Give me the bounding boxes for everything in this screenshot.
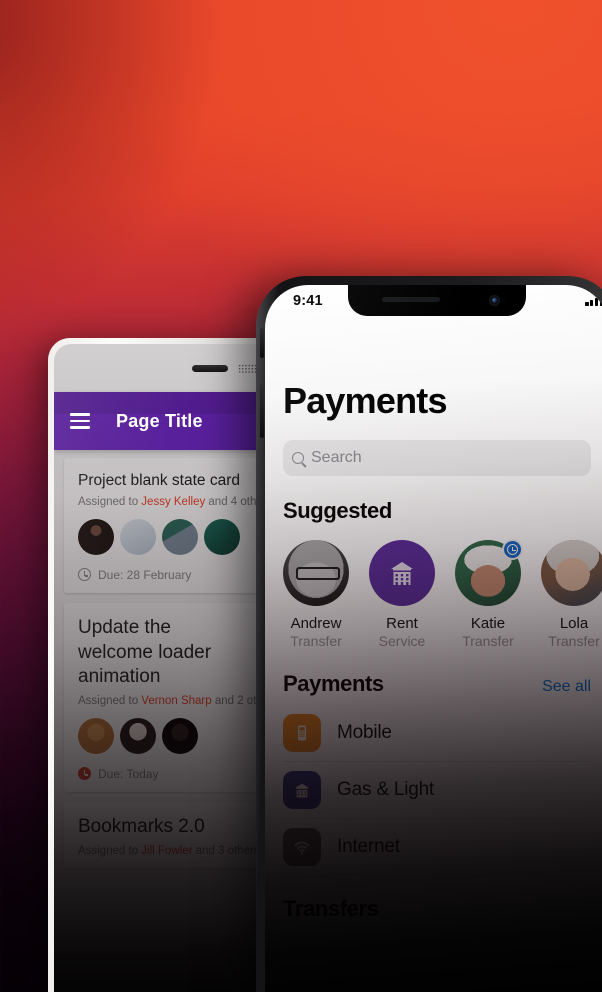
android-top-bezel — [54, 344, 275, 392]
payment-row-label: Gas & Light — [337, 779, 435, 800]
avatar-ring — [369, 540, 435, 606]
task-card-due: Due: 28 February — [78, 568, 251, 582]
payments-list: Mobile Gas & Light Internet — [283, 705, 591, 876]
see-all-link[interactable]: See all — [542, 678, 591, 696]
avatar — [162, 518, 198, 555]
android-app-bar: Page Title — [54, 392, 275, 450]
suggested-item-name: Andrew — [290, 615, 342, 632]
transfers-heading: Transfers — [283, 896, 379, 921]
assigned-prefix: Assigned to — [78, 844, 142, 857]
search-input[interactable]: Search — [283, 440, 591, 476]
clock-badge-icon — [502, 539, 523, 560]
suggested-item-andrew[interactable]: Andrew Transfer — [283, 540, 349, 649]
task-card[interactable]: Bookmarks 2.0 Assigned to Jill Fowler an… — [64, 801, 265, 868]
iphone-volume-button — [260, 384, 264, 438]
avatar — [78, 717, 114, 754]
avatar — [204, 518, 240, 555]
assignee-name: Jill Fowler — [141, 844, 193, 857]
task-card-avatars — [78, 518, 251, 555]
task-card-title: Bookmarks 2.0 — [78, 815, 205, 837]
due-text: Due: 28 February — [98, 567, 192, 582]
android-earpiece-speaker — [192, 365, 228, 372]
iphone-screen: 9:41 Payments Search Suggested Andrew Tr… — [265, 285, 602, 992]
ios-status-bar: 9:41 — [265, 285, 602, 316]
task-card[interactable]: Update the welcome loader animation Assi… — [64, 602, 275, 792]
avatar — [541, 540, 602, 606]
due-text: Due: Today — [98, 766, 159, 781]
clock-icon — [78, 568, 91, 582]
assignee-name: Vernon Sharp — [141, 694, 212, 707]
android-card-list: Project blank state card Assigned to Jes… — [54, 450, 275, 992]
avatar-ring — [541, 540, 602, 606]
suggested-item-lola[interactable]: Lola Transfer — [541, 540, 602, 649]
search-placeholder: Search — [311, 449, 362, 466]
iphone-silent-switch — [260, 328, 264, 358]
task-card-title: Update the welcome loader animation — [78, 616, 212, 688]
android-phone-mockup: Page Title Project blank state card Assi… — [48, 338, 280, 992]
task-card[interactable]: Project blank state card Assigned to Jes… — [64, 458, 272, 593]
suggested-section-header: Suggested — [283, 498, 591, 524]
cellular-signal-icon — [585, 295, 602, 306]
ios-content: Payments Search Suggested Andrew Transfe… — [265, 380, 602, 922]
avatar — [78, 518, 114, 555]
assigned-suffix: and 3 others — [192, 844, 260, 857]
suggested-item-subtitle: Service — [378, 633, 426, 649]
task-card-assignee: Assigned to Jessy Kelley and 4 others — [78, 495, 272, 508]
assigned-prefix: Assigned to — [78, 495, 142, 508]
avatar — [283, 540, 349, 606]
payments-section-header: Payments See all — [283, 671, 591, 697]
avatar-ring — [455, 539, 523, 606]
payment-row-internet[interactable]: Internet — [283, 819, 591, 876]
task-card-avatars — [78, 717, 251, 754]
mobile-phone-icon — [283, 714, 321, 752]
avatar — [120, 518, 156, 555]
page-title: Payments — [283, 380, 447, 421]
wifi-icon — [283, 828, 321, 866]
payment-row-label: Internet — [337, 836, 400, 857]
suggested-item-rent[interactable]: Rent Service — [369, 540, 435, 649]
transfers-section-header: Transfers — [283, 896, 591, 922]
iphone-mockup: 9:41 Payments Search Suggested Andrew Tr… — [256, 276, 602, 992]
suggested-item-name: Rent — [386, 615, 418, 632]
task-card-assignee: Assigned to Vernon Sharp and 2 others — [78, 694, 275, 707]
avatar — [162, 717, 198, 754]
suggested-heading: Suggested — [283, 498, 392, 523]
suggested-item-subtitle: Transfer — [548, 633, 600, 649]
suggested-item-katie[interactable]: Katie Transfer — [455, 539, 523, 649]
hamburger-menu-icon[interactable] — [70, 413, 90, 429]
building-icon — [369, 540, 435, 606]
suggested-item-name: Katie — [470, 615, 506, 632]
android-page-title: Page Title — [116, 410, 203, 431]
building-icon — [283, 771, 321, 809]
search-icon — [292, 452, 304, 464]
suggested-item-subtitle: Transfer — [462, 633, 514, 649]
suggested-contacts-row: Andrew Transfer Rent Service Katie Trans… — [283, 539, 602, 649]
suggested-item-subtitle: Transfer — [290, 633, 342, 649]
status-bar-time: 9:41 — [293, 292, 323, 309]
payments-heading: Payments — [283, 671, 384, 696]
android-screen: Page Title Project blank state card Assi… — [54, 344, 275, 992]
task-card-due: Due: Today — [78, 767, 251, 781]
avatar — [120, 717, 156, 754]
payment-row-gas-light[interactable]: Gas & Light — [283, 762, 591, 819]
task-card-assignee: Assigned to Jill Fowler and 3 others — [78, 844, 260, 857]
task-card-title: Project blank state card — [78, 472, 240, 489]
assigned-prefix: Assigned to — [78, 694, 142, 707]
payment-row-mobile[interactable]: Mobile — [283, 705, 591, 762]
avatar-ring — [283, 540, 349, 606]
suggested-item-name: Lola — [559, 615, 589, 632]
assignee-name: Jessy Kelley — [141, 495, 206, 508]
payment-row-label: Mobile — [337, 722, 392, 743]
clock-icon — [78, 767, 91, 781]
